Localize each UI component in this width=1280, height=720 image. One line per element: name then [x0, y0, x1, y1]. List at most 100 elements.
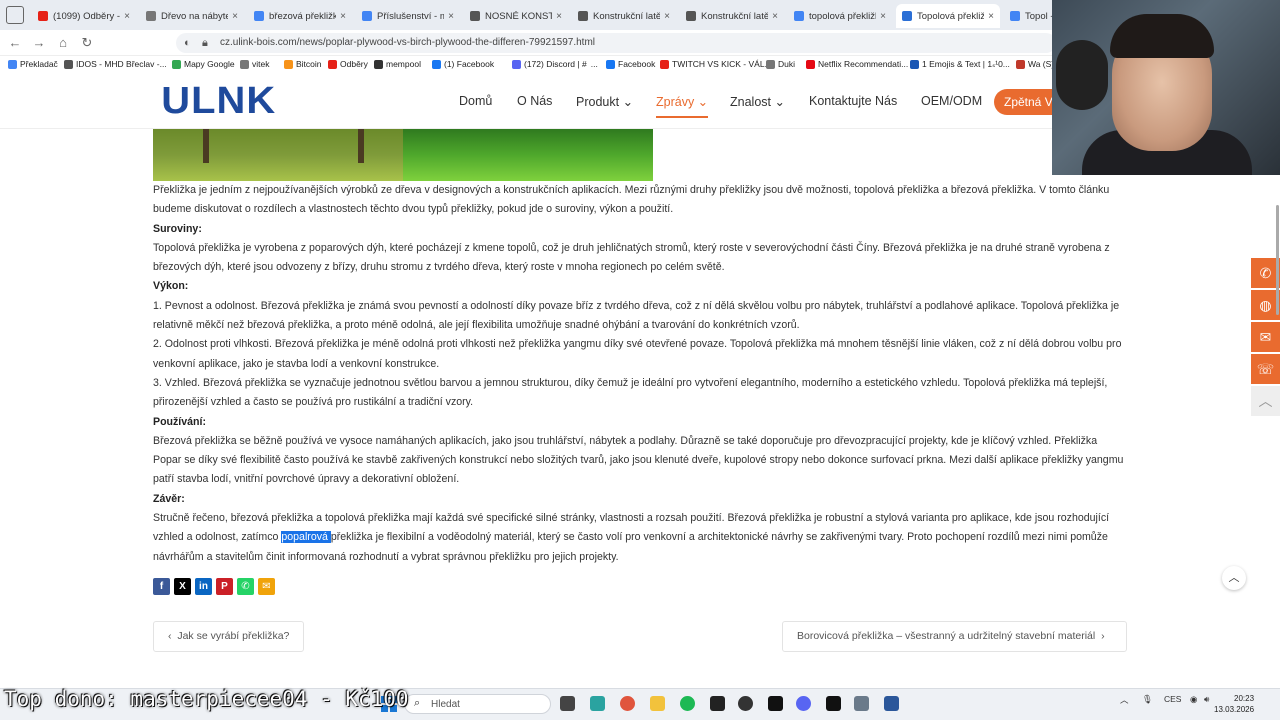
bookmark-label: 1 Emojis & Text | 1ₛ¹0...: [922, 59, 1010, 69]
forward-icon[interactable]: →: [30, 34, 48, 52]
tab-close-icon[interactable]: ×: [880, 11, 886, 22]
whatsapp-icon[interactable]: ✆: [237, 578, 254, 595]
url-text[interactable]: cz.ulink-bois.com/news/poplar-plywood-vs…: [220, 37, 595, 48]
browser-tab[interactable]: Topolová překližka×: [896, 4, 1000, 28]
bookmark-favicon-icon: [432, 59, 441, 69]
spotify-icon[interactable]: [680, 696, 695, 711]
reload-icon[interactable]: ↻: [78, 34, 96, 52]
discord-icon[interactable]: [796, 696, 811, 711]
tab-close-icon[interactable]: ×: [124, 11, 130, 22]
browser-tab[interactable]: Dřevo na nábytek d×: [140, 4, 244, 28]
home-icon[interactable]: ⌂: [54, 34, 72, 52]
bookmark-favicon-icon: [512, 59, 521, 69]
x-icon[interactable]: X: [174, 578, 191, 595]
widgets-icon[interactable]: [590, 696, 605, 711]
bookmark-label: Překladač: [20, 59, 58, 69]
bookmark-item[interactable]: (172) Discord | # ...: [512, 59, 598, 69]
wifi-icon[interactable]: ◉: [1190, 694, 1197, 705]
system-clock[interactable]: 20:23 13.03.2026: [1214, 693, 1254, 715]
search-placeholder: Hledat: [431, 699, 460, 710]
browser-tab[interactable]: NOSNÉ KONSTRUKC×: [464, 4, 568, 28]
tab-favicon-icon: [1010, 11, 1020, 21]
bookmark-item[interactable]: (1) Facebook: [432, 59, 494, 69]
tab-close-icon[interactable]: ×: [988, 11, 994, 22]
bookmark-favicon-icon: [284, 59, 293, 69]
bookmark-item[interactable]: 1 Emojis & Text | 1ₛ¹0...: [910, 59, 1010, 70]
bookmark-label: (172) Discord | # ...: [524, 59, 598, 69]
nav-item[interactable]: O Nás: [517, 94, 552, 108]
nav-item[interactable]: Kontaktujte Nás: [809, 94, 897, 108]
file-explorer-icon[interactable]: [650, 696, 665, 711]
browser-tab[interactable]: topolová překližka - ×: [788, 4, 892, 28]
browser-tab[interactable]: Příslušenství - mar-×: [356, 4, 460, 28]
nav-item[interactable]: Produkt ⌄: [576, 94, 633, 109]
bookmark-item[interactable]: Facebook: [606, 59, 655, 69]
site-info-icon[interactable]: ◐: [184, 37, 191, 49]
bookmark-label: Odběry: [340, 59, 368, 69]
nav-item[interactable]: OEM/ODM: [921, 94, 982, 108]
linkedin-icon[interactable]: in: [195, 578, 212, 595]
tab-close-icon[interactable]: ×: [232, 11, 238, 22]
tab-favicon-icon: [38, 11, 48, 21]
site-logo[interactable]: ULNK: [161, 80, 276, 123]
facebook-icon[interactable]: f: [153, 578, 170, 595]
bookmark-item[interactable]: TWITCH VS KICK - VÁL...: [660, 59, 772, 69]
back-to-top-button[interactable]: ︿: [1222, 566, 1246, 590]
chevron-down-icon: ⌄: [771, 95, 785, 109]
browser-tab[interactable]: březová překližka -×: [248, 4, 352, 28]
tab-close-icon[interactable]: ×: [556, 11, 562, 22]
tab-actions-icon[interactable]: [6, 6, 24, 24]
scroll-top-icon[interactable]: ︿: [1251, 386, 1280, 416]
scrollbar[interactable]: [1276, 205, 1279, 315]
bookmark-item[interactable]: mempool: [374, 59, 421, 69]
volume-icon[interactable]: 🔊︎: [1204, 694, 1209, 705]
lock-icon[interactable]: 🔒︎: [202, 37, 208, 50]
nav-item[interactable]: Domů: [459, 94, 492, 108]
nav-item[interactable]: Znalost ⌄: [730, 94, 785, 109]
bookmark-favicon-icon: [374, 59, 383, 69]
nav-item[interactable]: Zprávy ⌄: [656, 94, 709, 118]
pinterest-icon[interactable]: P: [216, 578, 233, 595]
browser-tab[interactable]: Konstrukční latě MA×: [680, 4, 784, 28]
browser-tab[interactable]: Konstrukční latě MA×: [572, 4, 676, 28]
obs-icon[interactable]: [738, 696, 753, 711]
keyboard-language[interactable]: CES: [1164, 694, 1181, 704]
taskview-icon[interactable]: [560, 696, 575, 711]
article-paragraph: 3. Vzhled. Březová překližka se vyznačuj…: [153, 376, 1108, 409]
capcut-icon[interactable]: [768, 696, 783, 711]
bookmark-item[interactable]: Mapy Google: [172, 59, 235, 69]
microphone-icon[interactable]: 🎙︎: [1142, 694, 1153, 705]
tab-close-icon[interactable]: ×: [772, 11, 778, 22]
whatsapp-icon[interactable]: ☏: [1251, 354, 1280, 384]
browser-icon[interactable]: [620, 696, 635, 711]
email-icon[interactable]: ✉: [258, 578, 275, 595]
bookmark-item[interactable]: Netflix Recommendati...: [806, 59, 908, 69]
clock-time: 20:23: [1234, 694, 1255, 703]
bookmark-item[interactable]: IDOS - MHD Břeclav -...: [64, 59, 167, 69]
tray-chevron-icon[interactable]: ︿: [1120, 694, 1129, 706]
tab-close-icon[interactable]: ×: [448, 11, 454, 22]
bookmark-item[interactable]: Bitcoin: [284, 59, 322, 69]
tab-close-icon[interactable]: ×: [340, 11, 346, 22]
bookmark-label: Mapy Google: [184, 59, 235, 69]
next-post-link[interactable]: Borovicová překližka – všestranný a udrž…: [782, 621, 1127, 652]
browser-tab[interactable]: (1099) Odběry - You×: [32, 4, 136, 28]
settings-icon[interactable]: [854, 696, 869, 711]
bookmark-item[interactable]: Odběry: [328, 59, 368, 69]
email-icon[interactable]: ✉: [1251, 322, 1280, 352]
tab-close-icon[interactable]: ×: [664, 11, 670, 22]
app-icon[interactable]: [710, 696, 725, 711]
taskbar-search[interactable]: ⌕ Hledat: [404, 694, 551, 714]
back-icon[interactable]: ←: [6, 34, 24, 52]
bookmark-item[interactable]: Wa (S): [1016, 59, 1054, 69]
bookmark-item[interactable]: vitek: [240, 59, 269, 69]
prev-post-link[interactable]: ‹ Jak se vyrábí překližka?: [153, 621, 305, 652]
address-bar[interactable]: ◐ 🔒︎ cz.ulink-bois.com/news/poplar-plywo…: [176, 33, 1056, 53]
tab-label: Topolová překližka: [917, 10, 985, 22]
word-icon[interactable]: [884, 696, 899, 711]
chevron-down-icon: ⌄: [694, 95, 709, 109]
bookmark-item[interactable]: Překladač: [8, 59, 58, 69]
bookmark-item[interactable]: Duki: [766, 59, 795, 69]
epic-games-icon[interactable]: [826, 696, 841, 711]
bookmark-label: Duki: [778, 59, 796, 69]
